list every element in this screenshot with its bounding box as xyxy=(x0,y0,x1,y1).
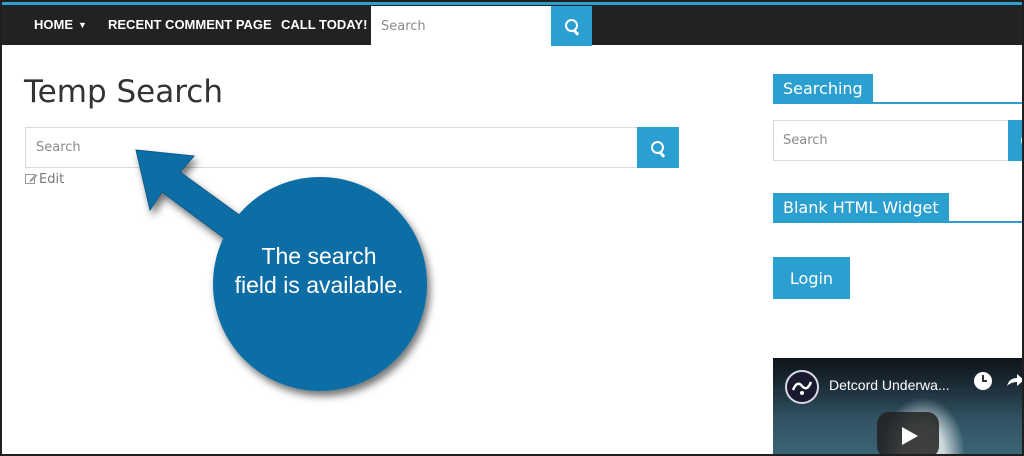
video-embed[interactable]: Detcord Underwa... xyxy=(773,358,1024,454)
nav-item-home[interactable]: HOME ▼ xyxy=(34,5,87,45)
share-icon[interactable] xyxy=(1005,370,1024,390)
nav-search-input[interactable] xyxy=(371,6,551,46)
login-button[interactable]: Login xyxy=(773,257,850,299)
main-search-button[interactable] xyxy=(637,127,679,168)
nav-item-label: RECENT COMMENT PAGE xyxy=(108,17,272,32)
sidebar-search-button[interactable] xyxy=(1008,120,1022,161)
callout-line-2: field is available. xyxy=(234,272,404,298)
nav-item-label: HOME xyxy=(34,17,73,32)
nav-search-button[interactable] xyxy=(551,6,592,46)
search-icon xyxy=(564,18,580,34)
edit-link[interactable]: Edit xyxy=(25,172,64,187)
nav-item-label: CALL TODAY! xyxy=(281,17,368,32)
watch-later-icon[interactable] xyxy=(974,372,992,390)
play-button[interactable] xyxy=(877,412,939,454)
callout-text: The search field is available. xyxy=(214,242,424,300)
nav-item-recent-comment-page[interactable]: RECENT COMMENT PAGE xyxy=(108,5,272,45)
widget-title-label: Searching xyxy=(773,74,873,104)
page-title: Temp Search xyxy=(24,74,223,110)
channel-logo-icon[interactable] xyxy=(785,370,819,404)
top-navigation-bar: HOME ▼ RECENT COMMENT PAGE CALL TODAY! xyxy=(2,2,1022,46)
search-icon xyxy=(1020,133,1022,149)
edit-icon xyxy=(25,173,38,184)
page-frame: HOME ▼ RECENT COMMENT PAGE CALL TODAY! Te… xyxy=(0,0,1024,456)
widget-title-searching: Searching xyxy=(773,74,1022,104)
callout-line-1: The search xyxy=(261,243,377,269)
widget-title-blank-html: Blank HTML Widget xyxy=(773,193,1022,223)
edit-label: Edit xyxy=(39,172,65,187)
video-title[interactable]: Detcord Underwa... xyxy=(829,377,950,393)
search-icon xyxy=(650,140,666,156)
nav-item-call-today[interactable]: CALL TODAY! xyxy=(281,5,367,45)
chevron-down-icon: ▼ xyxy=(78,20,87,30)
widget-title-label: Blank HTML Widget xyxy=(773,193,949,223)
sidebar-search-input[interactable] xyxy=(773,120,1009,161)
